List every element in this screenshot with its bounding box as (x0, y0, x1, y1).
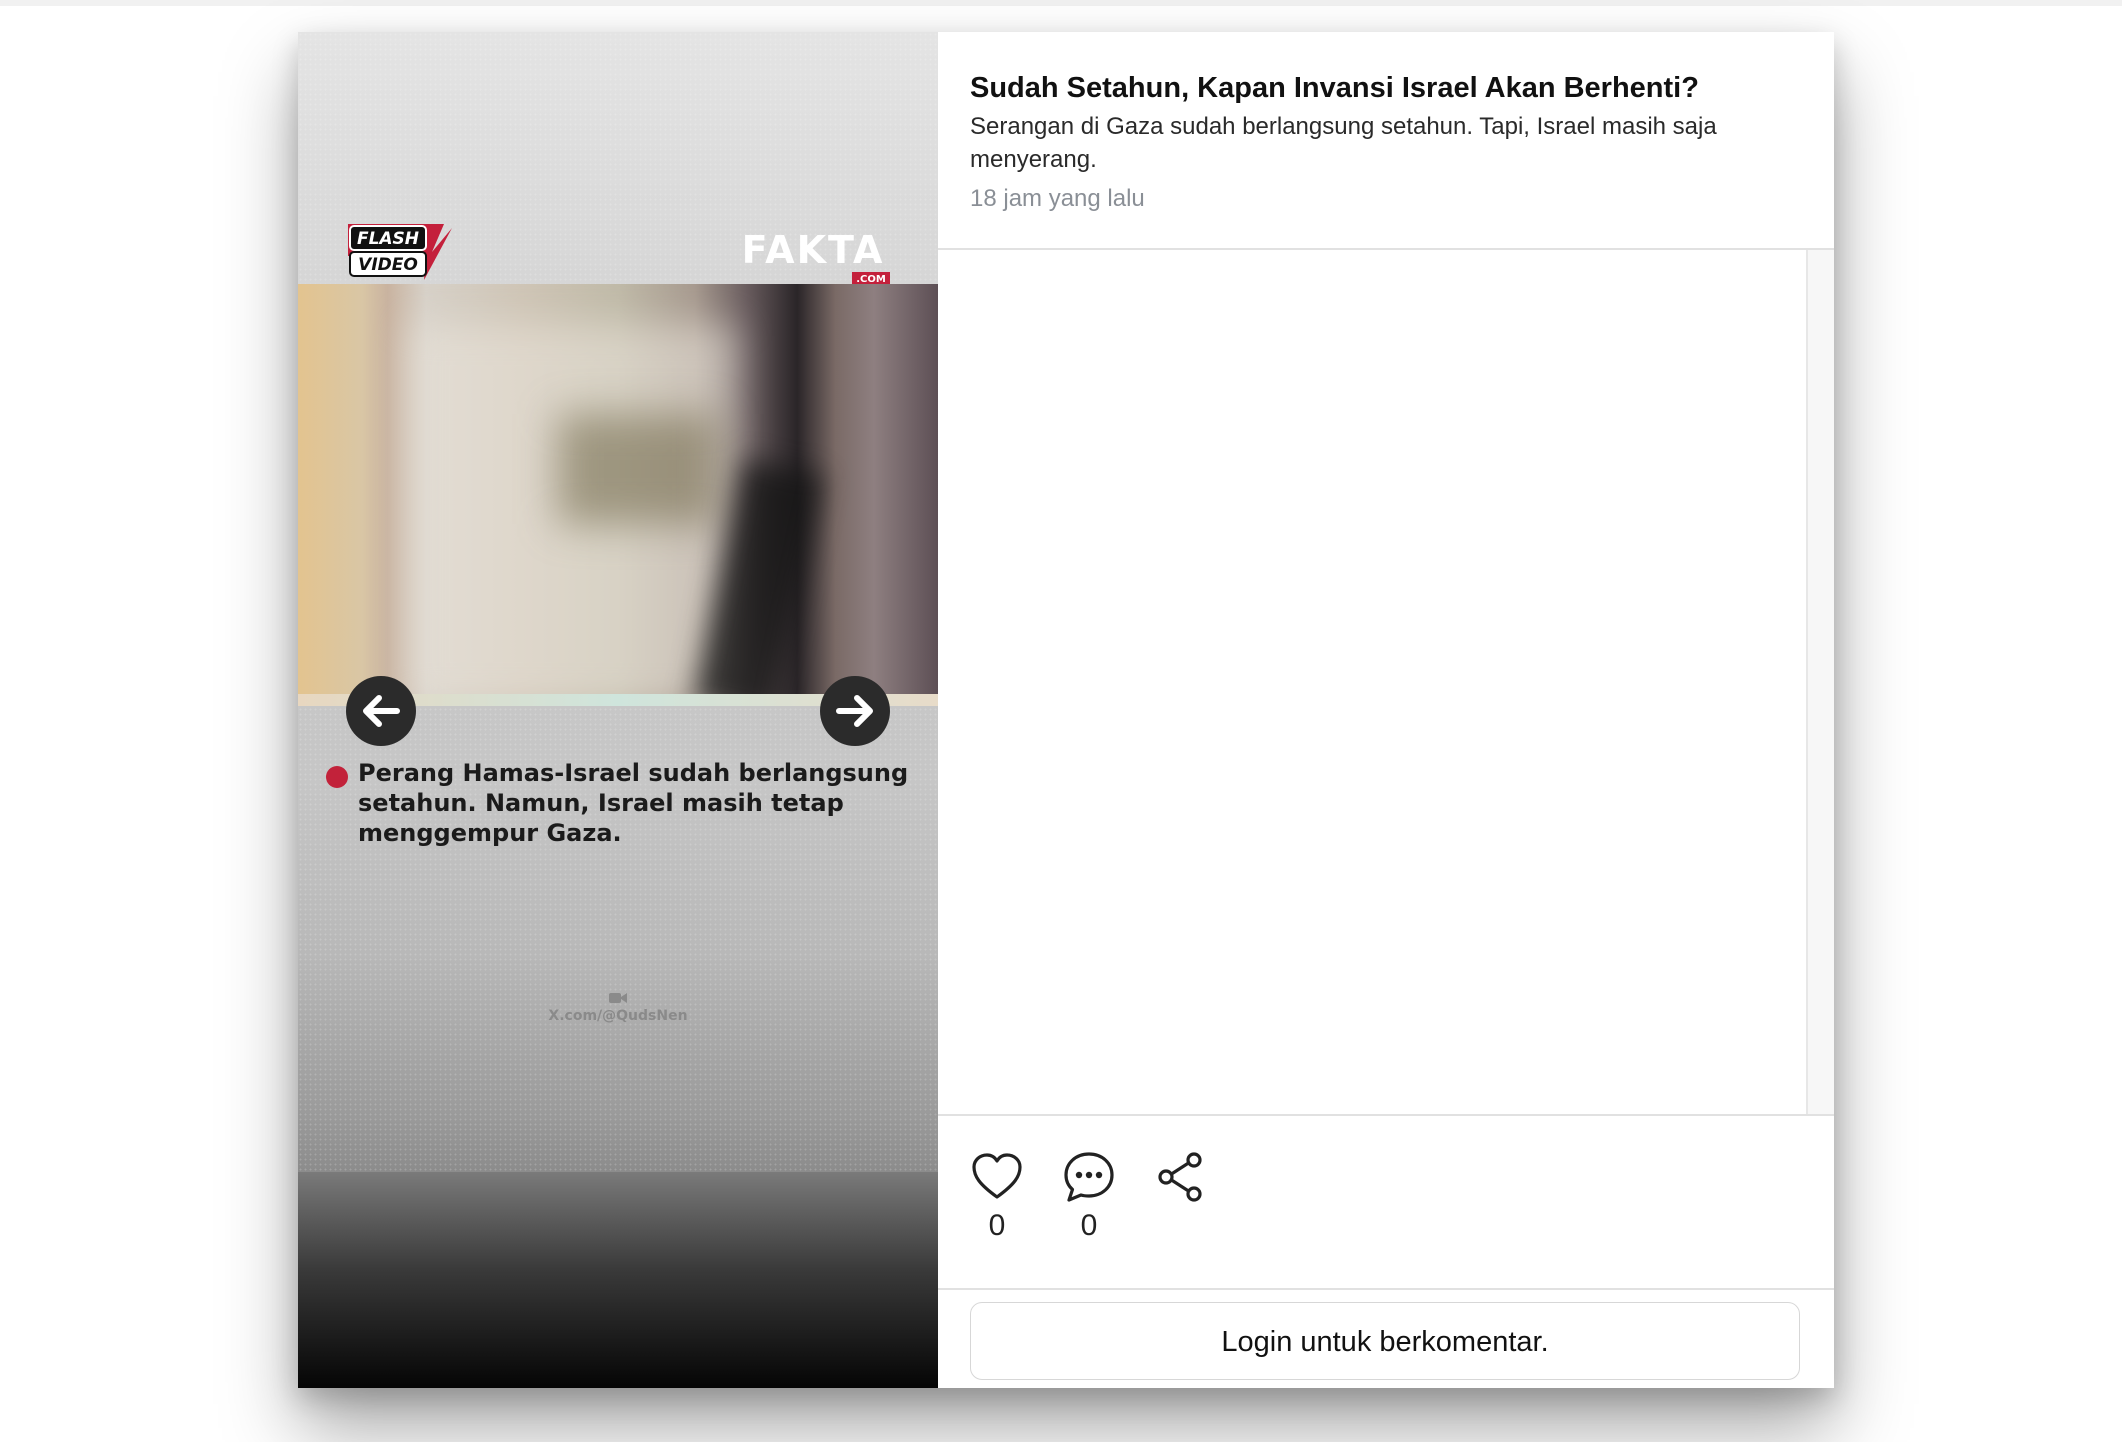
login-divider (938, 1288, 1834, 1290)
post-timestamp: 18 jam yang lalu (970, 185, 1145, 212)
arrow-left-icon (363, 695, 400, 727)
share-icon (1158, 1152, 1202, 1202)
like-button[interactable]: 0 (962, 1150, 1032, 1244)
video-caption: Perang Hamas-Israel sudah berlangsung se… (326, 758, 916, 848)
video-frame (298, 284, 938, 706)
video-caption-text: Perang Hamas-Israel sudah berlangsung se… (358, 759, 909, 847)
video-credit-text: X.com/@QudsNen (548, 1008, 688, 1024)
like-count: 0 (988, 1209, 1006, 1242)
flash-video-logo: FLASH VIDEO (348, 224, 452, 280)
svg-text:FLASH: FLASH (357, 229, 419, 249)
previous-video-button[interactable] (346, 676, 416, 746)
comment-button[interactable]: 0 (1054, 1150, 1124, 1244)
post-description: Serangan di Gaza sudah berlangsung setah… (970, 113, 1717, 173)
actions-divider (938, 1114, 1834, 1116)
post-title: Sudah Setahun, Kapan Invansi Israel Akan… (970, 72, 1699, 104)
comments-list[interactable] (938, 250, 1806, 1114)
caption-bullet-dot (326, 766, 348, 788)
heart-icon (972, 1153, 1022, 1199)
comment-bubble-icon (1064, 1152, 1114, 1202)
next-video-button[interactable] (820, 676, 890, 746)
video-bottom-fade (298, 1172, 938, 1388)
video-post-modal: FLASH VIDEO FAKTA .COM Perang Hamas-Isra… (298, 32, 1834, 1388)
comments-scrollbar[interactable] (1806, 250, 1834, 1114)
comment-count: 0 (1080, 1209, 1098, 1242)
post-info-panel: Sudah Setahun, Kapan Invansi Israel Akan… (938, 32, 1834, 1388)
share-button[interactable] (1146, 1150, 1216, 1204)
video-credit: X.com/@QudsNen (518, 992, 718, 1024)
video-player[interactable]: FLASH VIDEO FAKTA .COM Perang Hamas-Isra… (298, 32, 938, 1388)
arrow-right-icon (836, 695, 873, 727)
login-to-comment-button[interactable]: Login untuk berkomentar. (970, 1302, 1800, 1380)
video-camera-icon (609, 993, 627, 1003)
fakta-logo-text: FAKTA (741, 228, 885, 272)
svg-text:VIDEO: VIDEO (358, 255, 418, 275)
page-top-bar (0, 0, 2122, 6)
